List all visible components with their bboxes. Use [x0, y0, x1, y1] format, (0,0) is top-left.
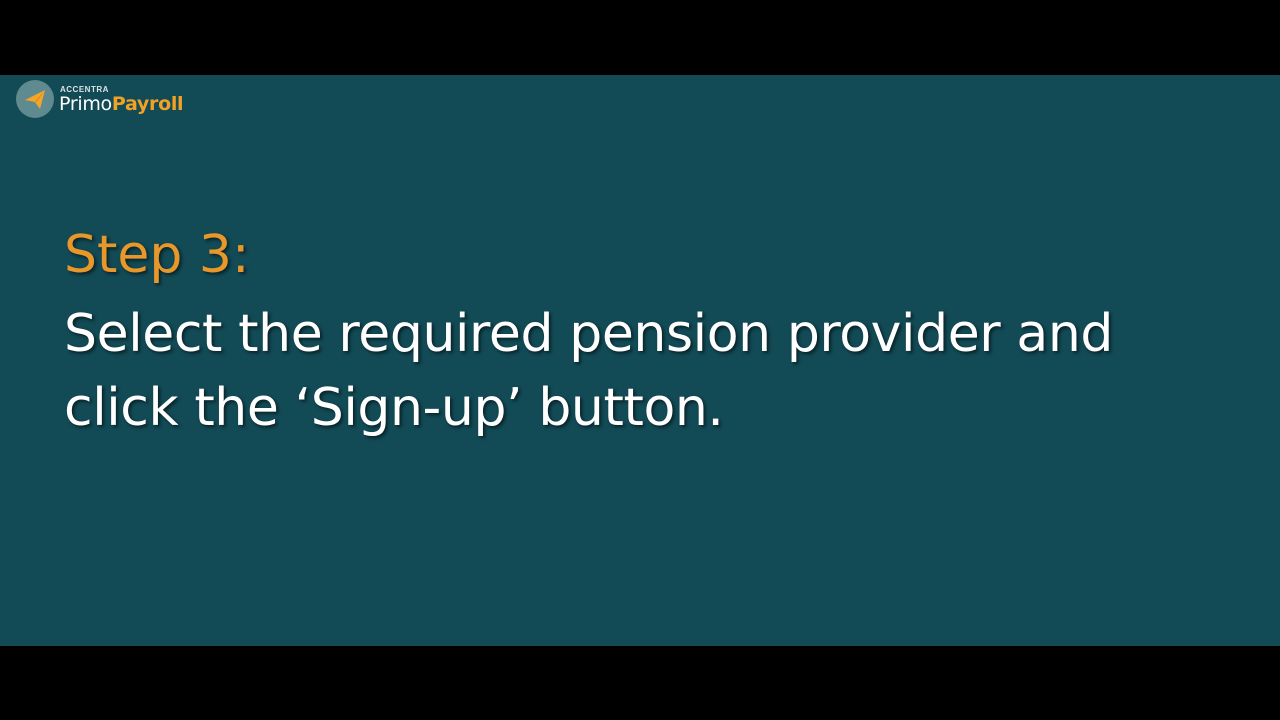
primo-payroll-logo: ACCENTRA PrimoPayroll [16, 80, 216, 120]
letterbox-bottom [0, 646, 1280, 720]
tutorial-slide: ACCENTRA PrimoPayroll Step 3: Select the… [0, 75, 1280, 646]
step-instruction: Select the required pension provider and… [64, 304, 1114, 438]
logo-wordmark: PrimoPayroll [59, 92, 184, 116]
paper-plane-icon [16, 80, 54, 118]
letterbox-top [0, 0, 1280, 75]
logo-primo-text: Primo [59, 93, 112, 115]
video-frame: ACCENTRA PrimoPayroll Step 3: Select the… [0, 0, 1280, 720]
step-label: Step 3: [64, 225, 250, 285]
logo-payroll-text: Payroll [111, 93, 184, 115]
